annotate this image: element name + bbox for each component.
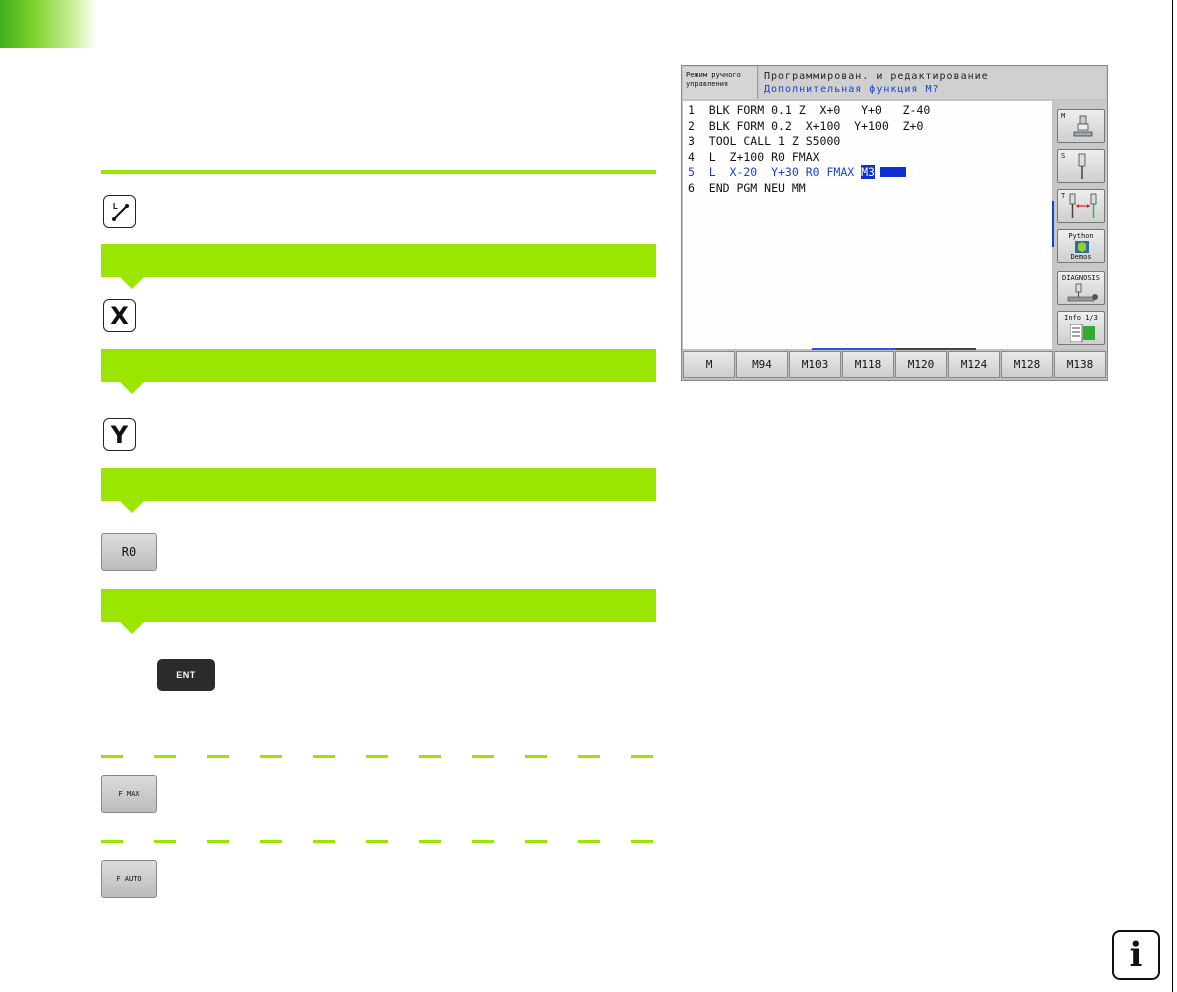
softkey-m103[interactable]: M103 <box>789 351 841 378</box>
mode-label-line2: управления <box>686 80 729 88</box>
input-cursor <box>879 167 906 177</box>
softkey-m138[interactable]: M138 <box>1054 351 1106 378</box>
program-line[interactable]: 1 BLK FORM 0.1 Z X+0 Y+0 Z-40 <box>688 103 1047 119</box>
active-program-line[interactable]: 5 L X-20 Y+30 R0 FMAX M3 <box>688 165 1047 181</box>
program-line[interactable]: 6 END PGM NEU MM <box>688 181 1047 197</box>
y-key-label: Y <box>110 420 129 449</box>
programming-mode-header: Программирован. и редактирование Дополни… <box>759 67 1106 99</box>
info-page-label: Info 1/3 <box>1064 314 1098 322</box>
diagnosis-label: DIAGNOSIS <box>1062 274 1100 282</box>
line-function-key[interactable]: L <box>103 195 136 228</box>
softkey-label: M103 <box>801 358 829 371</box>
s-button-label: S <box>1061 152 1066 160</box>
fauto-softkey[interactable]: F AUTO <box>101 860 157 898</box>
program-line[interactable]: 4 L Z+100 R0 FMAX <box>688 150 1047 166</box>
info-document-icon <box>1070 324 1095 342</box>
softkey-m120[interactable]: M120 <box>895 351 947 378</box>
info-button[interactable]: Info 1/3 <box>1057 311 1105 345</box>
machine-mode-box: Режим ручного управления <box>683 67 758 99</box>
softkey-page-indicator <box>896 348 976 350</box>
s-function-button[interactable]: S <box>1057 149 1105 183</box>
band-arrow-1 <box>120 277 144 289</box>
side-softkey-bar: M S T Python Demos DIAGNOSIS Info 1/3 <box>1055 101 1107 349</box>
softkey-m128[interactable]: M128 <box>1001 351 1053 378</box>
fauto-label: F AUTO <box>116 875 142 883</box>
instruction-band-3 <box>101 468 656 501</box>
softkey-label: M138 <box>1066 358 1094 371</box>
r0-softkey[interactable]: R0 <box>101 533 157 571</box>
control-screen: Режим ручного управления Программирован.… <box>681 65 1108 381</box>
x-key-label: X <box>110 301 129 330</box>
program-editor[interactable]: 1 BLK FORM 0.1 Z X+0 Y+0 Z-40 2 BLK FORM… <box>683 101 1052 349</box>
info-icon: i <box>1112 930 1160 980</box>
softkey-label: M128 <box>1013 358 1041 371</box>
diagnosis-icon <box>1067 283 1098 302</box>
diagnosis-button[interactable]: DIAGNOSIS <box>1057 271 1105 305</box>
softkey-label: M120 <box>907 358 935 371</box>
spindle-m-icon <box>1073 115 1093 137</box>
info-icon-glyph: i <box>1129 935 1143 975</box>
active-line-text: 5 L X-20 Y+30 R0 FMAX <box>688 165 862 179</box>
dialog-prompt: Дополнительная функция М? <box>764 84 940 95</box>
line-path-icon: L <box>111 202 129 221</box>
instruction-band-1 <box>101 244 656 277</box>
softkey-m118[interactable]: M118 <box>842 351 894 378</box>
instruction-band-4 <box>101 589 656 622</box>
tool-function-button[interactable]: T <box>1057 189 1105 223</box>
svg-text:L: L <box>113 202 118 211</box>
chapter-tab-gradient <box>0 0 97 48</box>
instruction-band-2 <box>101 349 656 382</box>
programming-mode-title: Программирован. и редактирование <box>764 71 989 82</box>
softkey-label: M94 <box>752 358 772 371</box>
ent-key[interactable]: ENT <box>157 659 215 691</box>
alternative-divider-2 <box>101 840 656 843</box>
m-function-button[interactable]: M <box>1057 109 1105 143</box>
program-line[interactable]: 3 TOOL CALL 1 Z S5000 <box>688 134 1047 150</box>
band-arrow-3 <box>120 501 144 513</box>
fmax-label: F MAX <box>118 790 140 798</box>
alternative-divider-1 <box>101 755 656 758</box>
demos-label: Demos <box>1070 253 1092 261</box>
softkey-label: M <box>705 358 713 371</box>
page-edge-line <box>1172 0 1173 992</box>
scroll-indicator[interactable] <box>1052 201 1054 247</box>
program-line[interactable]: 2 BLK FORM 0.2 X+100 Y+100 Z+0 <box>688 119 1047 135</box>
softkey-row: M M94 M103 M118 M120 M124 M128 M138 <box>682 349 1107 380</box>
softkey-m[interactable]: M <box>683 351 735 378</box>
band-arrow-4 <box>120 622 144 634</box>
m-button-label: M <box>1061 112 1066 120</box>
softkey-label: M124 <box>960 358 988 371</box>
m3-highlight: M3 <box>861 165 875 179</box>
mode-label-line1: Режим ручного <box>686 71 741 79</box>
section-divider <box>101 170 656 174</box>
tool-change-icon <box>1069 193 1097 218</box>
python-logo-icon <box>1075 241 1089 253</box>
softkey-label: M118 <box>854 358 882 371</box>
y-axis-key[interactable]: Y <box>103 418 136 451</box>
softkey-m94[interactable]: M94 <box>736 351 788 378</box>
fmax-softkey[interactable]: F MAX <box>101 775 157 813</box>
softkey-m124[interactable]: M124 <box>948 351 1000 378</box>
x-axis-key[interactable]: X <box>103 299 136 332</box>
python-demos-button[interactable]: Python Demos <box>1057 229 1105 263</box>
band-arrow-2 <box>120 382 144 394</box>
r0-label: R0 <box>121 545 137 559</box>
ent-label: ENT <box>176 670 196 680</box>
spindle-s-icon <box>1078 153 1086 179</box>
python-label: Python <box>1068 232 1094 240</box>
softkey-page-indicator <box>812 348 896 350</box>
